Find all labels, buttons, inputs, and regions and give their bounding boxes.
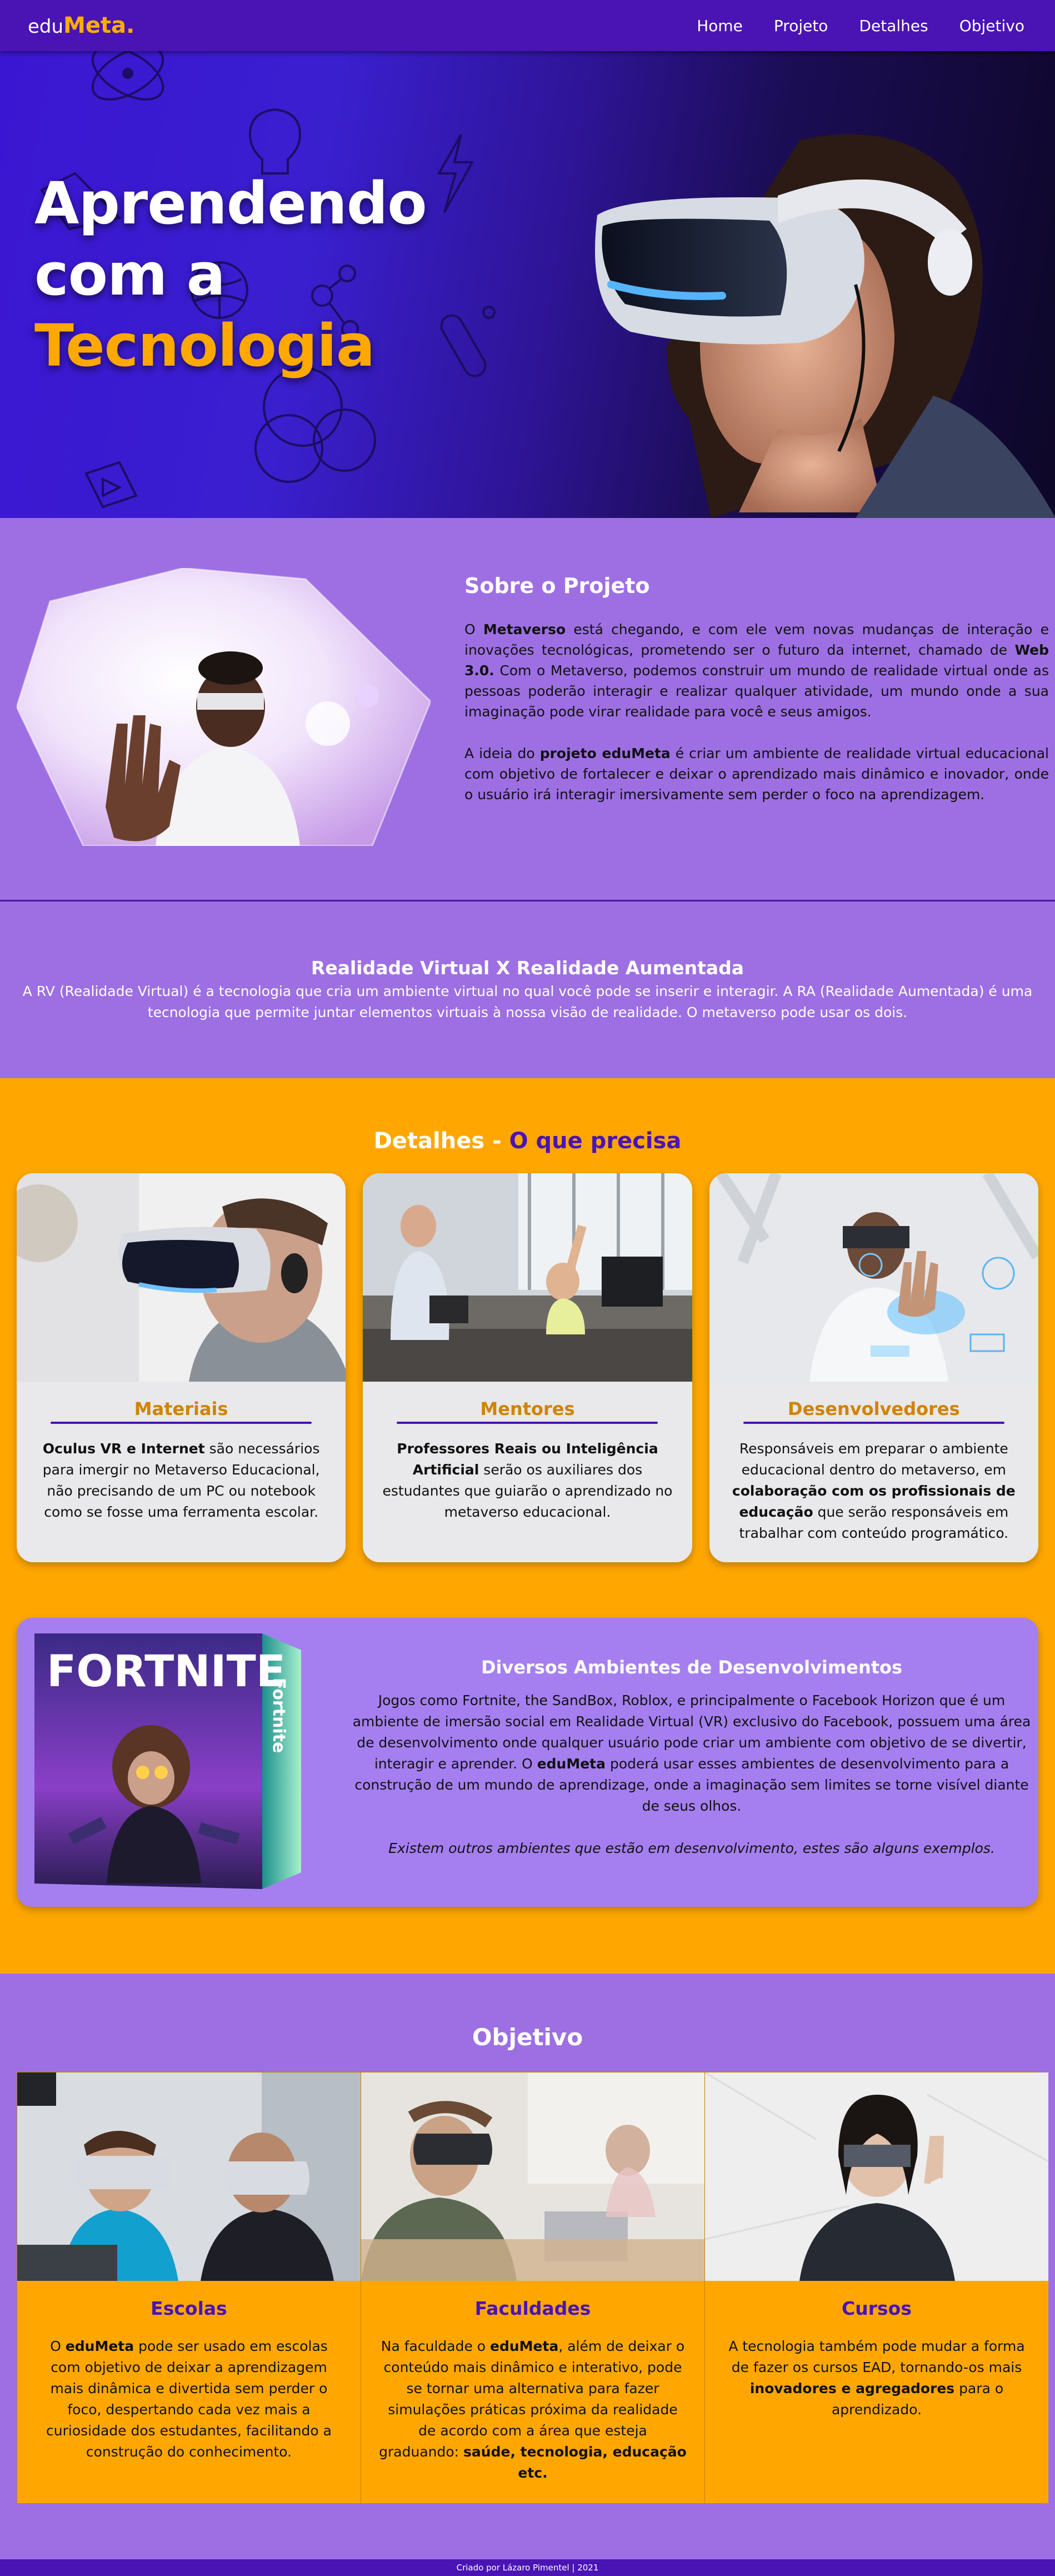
environments-paragraph: Jogos como Fortnite, the SandBox, Roblox…	[352, 1692, 1031, 1814]
nav-menu: Home Projeto Detalhes Objetivo	[697, 17, 1024, 35]
classroom-teacher-image	[363, 1173, 692, 1382]
about-paragraph-1: O Metaverso está chegando, e com ele vem…	[464, 621, 1049, 720]
objective-title-escolas: Escolas	[151, 2298, 227, 2319]
top-navbar: eduMeta. Home Projeto Detalhes Objetivo	[0, 0, 1055, 51]
details-title: Detalhes - O que precisa	[373, 1128, 682, 1154]
woman-ar-glasses-image	[704, 2071, 1049, 2281]
objective-title: Objetivo	[472, 2024, 583, 2051]
logo-accent: Meta.	[63, 13, 135, 38]
objective-cursos: Cursos A tecnologia também pode mudar a …	[704, 2071, 1049, 2503]
hero-title-line2: com a	[34, 241, 226, 308]
environments-note: Existem outros ambientes que estão em de…	[388, 1840, 995, 1856]
card-title-materiais: Materiais	[134, 1398, 228, 1419]
environments-text: Diversos Ambientes de Desenvolvimentos J…	[350, 1657, 1033, 1880]
objective-escolas: Escolas O eduMeta pode ser usado em esco…	[17, 2072, 361, 2503]
objective-text-escolas: O eduMeta pode ser usado em escolas com …	[46, 2338, 332, 2460]
objective-text-cursos: A tecnologia também pode mudar a forma d…	[728, 2338, 1025, 2418]
fortnite-game-box-image: FORTNITE Fortnite	[34, 1633, 301, 1889]
card-title-desenvolvedores: Desenvolvedores	[788, 1398, 960, 1419]
card-text-materiais: Oculus VR e Internet são necessários par…	[42, 1441, 320, 1520]
fortnite-side-text: Fortnite	[269, 1678, 288, 1753]
card-materiais: Materiais Oculus VR e Internet são neces…	[17, 1173, 346, 1562]
environments-title: Diversos Ambientes de Desenvolvimentos	[481, 1657, 903, 1678]
card-text-desenvolvedores: Responsáveis em preparar o ambiente educ…	[732, 1441, 1016, 1541]
about-paragraph-2: A ideia do projeto eduMeta é criar um am…	[464, 745, 1049, 803]
nav-link-home[interactable]: Home	[697, 17, 743, 35]
objective-text-faculdades: Na faculdade o eduMeta, além de deixar o…	[379, 2338, 687, 2481]
nav-link-objetivo[interactable]: Objetivo	[959, 17, 1024, 35]
university-vr-image	[361, 2072, 704, 2281]
objective-title-faculdades: Faculdades	[474, 2298, 591, 2319]
kids-vr-school-image	[17, 2072, 361, 2281]
hero-banner: Aprendendo com a Tecnologia	[0, 51, 1055, 518]
hero-title: Aprendendo com a Tecnologia	[34, 168, 427, 381]
about-title: Sobre o Projeto	[464, 574, 650, 598]
nav-link-projeto[interactable]: Projeto	[774, 17, 828, 35]
fortnite-logo-text: FORTNITE	[47, 1647, 286, 1697]
card-divider	[743, 1422, 1004, 1424]
hero-title-line3: Tecnologia	[34, 312, 375, 380]
footer-credit: Criado por Lázaro Pimentel | 2021	[456, 2563, 599, 2573]
hero-title-line1: Aprendendo	[34, 170, 427, 237]
card-desenvolvedores: Desenvolvedores Responsáveis em preparar…	[709, 1173, 1038, 1562]
logo-prefix: edu	[28, 16, 64, 38]
card-divider	[51, 1422, 312, 1424]
card-title-mentores: Mentores	[480, 1398, 575, 1419]
about-text: Sobre o Projeto O Metaverso está chegand…	[464, 574, 1049, 826]
hero-vr-boy-image	[595, 134, 1055, 518]
card-divider	[397, 1422, 658, 1424]
logo[interactable]: eduMeta.	[28, 13, 134, 38]
objective-faculdades: Faculdades Na faculdade o eduMeta, além …	[361, 2072, 705, 2503]
objective-section: Objetivo Escolas O eduMeta pode ser usad…	[0, 1974, 1055, 2559]
nav-link-detalhes[interactable]: Detalhes	[859, 17, 928, 35]
holographic-interface-image	[709, 1173, 1038, 1382]
vr-ar-title: Realidade Virtual X Realidade Aumentada	[311, 957, 744, 979]
environments-panel: FORTNITE Fortnite Diversos Ambientes de …	[17, 1618, 1038, 1907]
card-text-mentores: Professores Reais ou Inteligência Artifi…	[382, 1441, 673, 1520]
details-section: Detalhes - O que precisa Materiais Oculu…	[0, 1078, 1055, 1974]
vr-ar-text: A RV (Realidade Virtual) é a tecnologia …	[22, 983, 1033, 1020]
card-mentores: Mentores Professores Reais ou Inteligênc…	[363, 1173, 692, 1562]
about-vr-person-image	[17, 568, 431, 846]
objective-columns: Escolas O eduMeta pode ser usado em esco…	[17, 2071, 1049, 2504]
footer: Criado por Lázaro Pimentel | 2021	[0, 2559, 1055, 2576]
details-cards: Materiais Oculus VR e Internet são neces…	[0, 1173, 1055, 1562]
objective-title-cursos: Cursos	[842, 2298, 912, 2319]
vr-ar-section: Realidade Virtual X Realidade Aumentada …	[0, 901, 1055, 1078]
boy-vr-headset-image	[17, 1173, 346, 1382]
about-section: Sobre o Projeto O Metaverso está chegand…	[0, 518, 1055, 901]
